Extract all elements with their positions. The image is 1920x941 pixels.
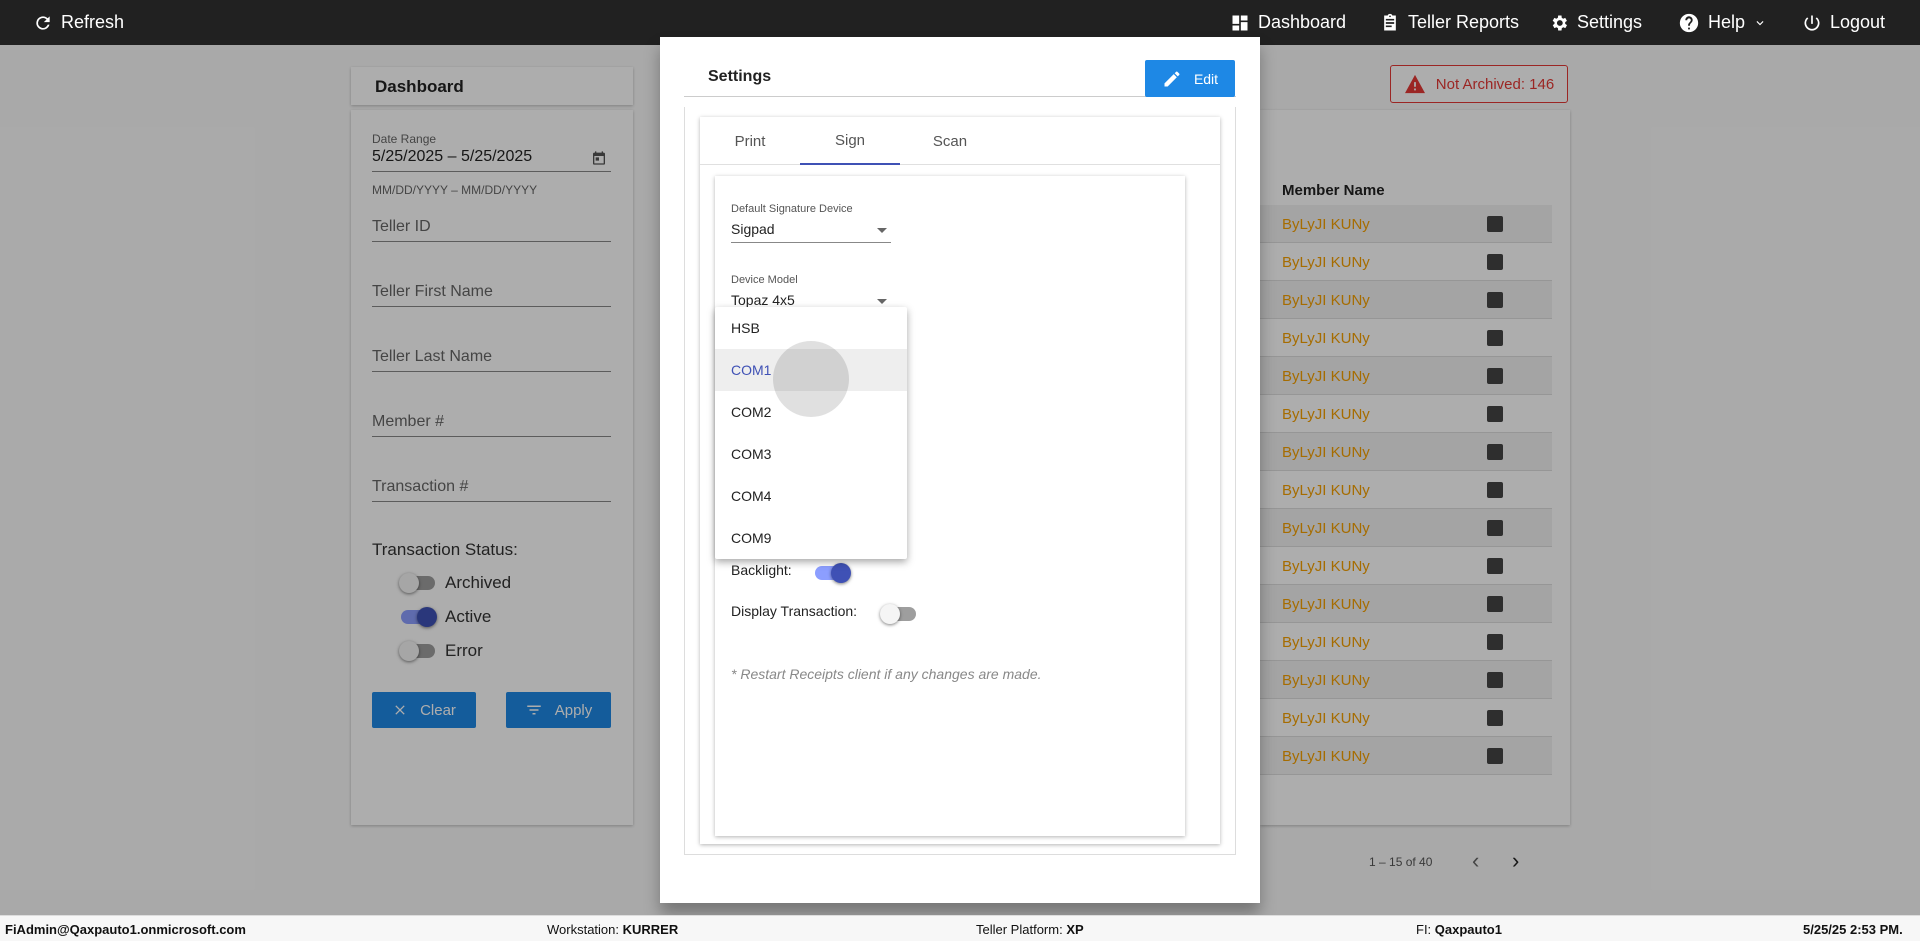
status-fi: FI: Qaxpauto1: [1416, 922, 1502, 937]
nav-settings-label: Settings: [1577, 12, 1643, 32]
dropdown-option-label: COM1: [731, 362, 772, 378]
dropdown-arrow-icon: [877, 299, 887, 304]
nav-teller-reports-label: Teller Reports: [1408, 12, 1520, 32]
status-datetime: 5/25/25 2:53 PM.: [1803, 922, 1903, 937]
dashboard-icon: [1232, 15, 1248, 30]
default-signature-device-select[interactable]: Sigpad: [731, 221, 891, 243]
dropdown-option-com3[interactable]: COM3: [715, 433, 907, 475]
dropdown-option-com9[interactable]: COM9: [715, 517, 907, 559]
dropdown-option-com4[interactable]: COM4: [715, 475, 907, 517]
edit-label: Edit: [1193, 70, 1219, 87]
status-workstation: Workstation: KURRER: [547, 922, 678, 937]
refresh-icon: [36, 15, 50, 30]
help-icon: [1679, 13, 1699, 32]
dropdown-option-com1[interactable]: COM1: [715, 341, 907, 417]
nav-help-label: Help: [1708, 12, 1746, 32]
status-workstation-label: Workstation:: [547, 922, 623, 937]
dropdown-arrow-icon: [877, 228, 887, 233]
status-platform: Teller Platform: XP: [976, 922, 1084, 937]
status-platform-label: Teller Platform:: [976, 922, 1067, 937]
nav-help[interactable]: Help: [1678, 0, 1767, 45]
device-model-label: Device Model: [731, 274, 798, 286]
status-user: FiAdmin@Qaxpauto1.onmicrosoft.com: [5, 922, 246, 937]
status-fi-label: FI:: [1416, 922, 1435, 937]
refresh-button[interactable]: Refresh: [33, 0, 124, 45]
tab-scan[interactable]: Scan: [900, 117, 1000, 165]
dialog-title: Settings: [708, 68, 772, 85]
default-signature-device-label: Default Signature Device: [731, 203, 853, 215]
pencil-icon: [1164, 71, 1180, 86]
backlight-toggle[interactable]: [815, 563, 851, 583]
tab-sign[interactable]: Sign: [800, 117, 900, 165]
gear-icon: [1552, 15, 1567, 30]
edit-button[interactable]: Edit: [1145, 60, 1235, 97]
status-bar: FiAdmin@Qaxpauto1.onmicrosoft.com Workst…: [0, 915, 1920, 941]
status-platform-value: XP: [1066, 922, 1084, 937]
clipboard-icon: [1384, 13, 1396, 30]
nav-settings[interactable]: Settings: [1549, 0, 1642, 45]
display-transaction-label: Display Transaction:: [731, 603, 858, 619]
status-workstation-value: KURRER: [622, 922, 679, 937]
nav-dashboard-label: Dashboard: [1258, 12, 1347, 32]
logout-label: Logout: [1830, 12, 1886, 32]
nav-teller-reports[interactable]: Teller Reports: [1380, 0, 1519, 45]
device-model-value: Topaz 4x5: [731, 292, 795, 308]
refresh-label: Refresh: [61, 12, 125, 32]
settings-tabs: Print Sign Scan: [700, 117, 1220, 165]
power-icon: [1804, 15, 1820, 31]
dropdown-option-com2[interactable]: COM2: [715, 391, 907, 433]
chevron-down-icon: [1756, 20, 1764, 25]
backlight-label: Backlight:: [731, 562, 792, 578]
display-transaction-toggle[interactable]: [880, 604, 916, 624]
restart-note: * Restart Receipts client if any changes…: [731, 666, 1042, 682]
logout-button[interactable]: Logout: [1802, 0, 1885, 45]
status-fi-value: Qaxpauto1: [1434, 922, 1502, 937]
default-signature-device-value: Sigpad: [731, 221, 775, 237]
port-dropdown-menu: HSB COM1 COM2 COM3 COM4 COM9: [715, 307, 907, 559]
tab-print[interactable]: Print: [700, 117, 800, 165]
